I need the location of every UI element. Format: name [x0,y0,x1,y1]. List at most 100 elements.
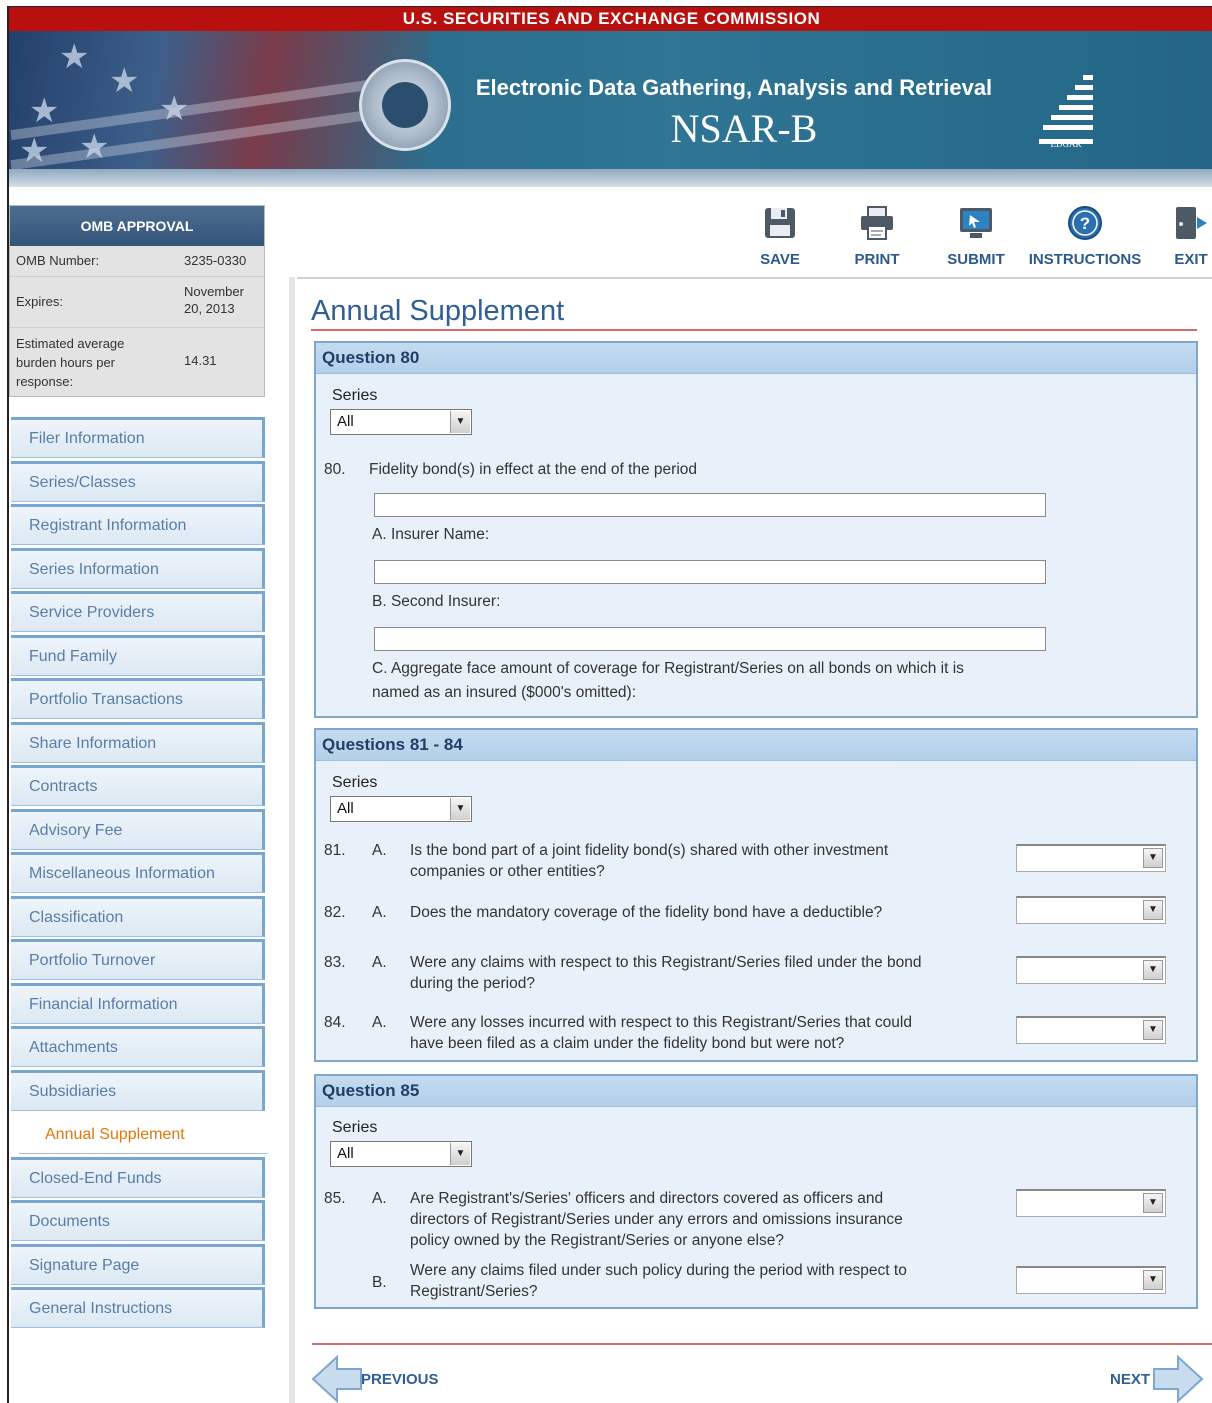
question-85b-line-2: Registrant/Series? [410,1283,538,1300]
sidebar-item-contracts[interactable]: Contracts [11,765,265,806]
question-number: 85. [324,1190,346,1207]
chevron-down-icon: ▼ [1143,960,1163,980]
series-select-q85[interactable]: All ▼ [330,1141,472,1167]
sidebar-item-share-information[interactable]: Share Information [11,721,265,763]
edgar-logo-text: EDGAR [1039,139,1093,149]
sidebar-item-classification[interactable]: Classification [11,895,265,937]
sidebar-item-registrant-information[interactable]: Registrant Information [11,504,265,545]
sidebar-item-portfolio-transactions[interactable]: Portfolio Transactions [11,678,265,719]
series-label: Series [332,1119,378,1136]
question-text-line-2: have been filed as a claim under the fid… [410,1035,845,1052]
sidebar-item-filer-information[interactable]: Filer Information [11,417,265,458]
question-85-heading: Question 85 [316,1076,1196,1107]
expires-label: Expires: [16,294,63,309]
application-frame: U.S. SECURITIES AND EXCHANGE COMMISSION … [7,6,1212,1403]
next-button[interactable]: NEXT [1104,1353,1206,1403]
sidebar-item-fund-family[interactable]: Fund Family [11,634,265,676]
aggregate-coverage-input[interactable] [374,627,1046,651]
sidebar-item-general-instructions[interactable]: General Instructions [11,1287,265,1328]
sidebar-item-annual-supplement[interactable]: Annual Supplement [19,1113,269,1154]
question-number: 82. [324,904,346,921]
item-letter: B. [372,1274,387,1291]
floppy-disk-icon [765,208,795,238]
series-label: Series [332,387,378,404]
previous-label: PREVIOUS [361,1371,439,1388]
sidebar-item-advisory-fee[interactable]: Advisory Fee [11,808,265,850]
previous-button[interactable]: PREVIOUS [311,1353,451,1403]
question-text-line-1: Were any claims with respect to this Reg… [410,954,922,971]
sidebar-item-closed-end-funds[interactable]: Closed-End Funds [11,1156,265,1198]
question-number: 83. [324,954,346,971]
question-text-line-2: during the period? [410,975,535,992]
sidebar-item-miscellaneous-information[interactable]: Miscellaneous Information [11,852,265,893]
sidebar-item-financial-information[interactable]: Financial Information [11,982,265,1024]
chevron-down-icon: ▼ [1143,1020,1163,1040]
series-select-q80[interactable]: All ▼ [330,409,472,435]
question-text-line-1: Does the mandatory coverage of the fidel… [410,904,883,921]
second-insurer-label: B. Second Insurer: [372,593,501,610]
question-text-line-1: Were any losses incurred with respect to… [410,1014,912,1031]
insurer-name-label: A. Insurer Name: [372,526,490,543]
answer-select-85b[interactable]: ▼ [1016,1266,1166,1294]
exit-door-icon [1176,207,1207,239]
system-title: Electronic Data Gathering, Analysis and … [475,75,993,100]
instructions-button[interactable]: ? INSTRUCTIONS [1024,205,1146,268]
chevron-down-icon: ▼ [1143,1270,1163,1290]
sidebar-item-documents[interactable]: Documents [11,1200,265,1241]
page-title: Annual Supplement [311,295,565,327]
item-letter: A. [372,954,387,971]
save-label: SAVE [760,251,800,268]
answer-select-83[interactable]: ▼ [1016,956,1166,984]
sidebar-item-signature-page[interactable]: Signature Page [11,1243,265,1285]
chevron-down-icon: ▼ [1143,900,1163,920]
sidebar-item-series-classes[interactable]: Series/Classes [11,460,265,502]
question-80-text: Fidelity bond(s) in effect at the end of… [369,461,697,478]
sec-seal-icon [359,59,451,151]
answer-select-82[interactable]: ▼ [1016,896,1166,924]
sidebar-item-service-providers[interactable]: Service Providers [11,591,265,632]
answer-select-84[interactable]: ▼ [1016,1016,1166,1044]
printer-icon [861,206,893,240]
next-label: NEXT [1110,1371,1151,1388]
sidebar-item-portfolio-turnover[interactable]: Portfolio Turnover [11,939,265,980]
item-letter: A. [372,1014,387,1031]
question-number: 81. [324,842,346,859]
submit-button[interactable]: SUBMIT [945,205,1007,268]
item-letter: A. [372,1190,387,1207]
question-number: 80. [324,461,346,478]
answer-select-81[interactable]: ▼ [1016,844,1166,872]
series-select-value: All [337,800,354,817]
question-85a-line-1: Are Registrant's/Series' officers and di… [410,1190,884,1207]
chevron-down-icon: ▼ [450,798,470,820]
series-select-q81-84[interactable]: All ▼ [330,796,472,822]
questions-81-84-heading: Questions 81 - 84 [316,730,1196,761]
question-85a-line-3: policy owned by the Registrant/Series or… [410,1232,784,1249]
exit-button[interactable]: EXIT [1171,205,1211,268]
exit-label: EXIT [1174,251,1208,268]
chevron-down-icon: ▼ [450,1143,470,1165]
omb-number-value: 3235-0330 [184,253,247,268]
agency-bar: U.S. SECURITIES AND EXCHANGE COMMISSION [9,7,1212,31]
question-number: 84. [324,1014,346,1031]
question-85b-line-1: Were any claims filed under such policy … [410,1262,907,1279]
series-select-value: All [337,413,354,430]
omb-title: OMB APPROVAL [10,206,264,246]
save-button[interactable]: SAVE [755,205,805,268]
print-button[interactable]: PRINT [851,205,903,268]
sidebar-item-subsidiaries[interactable]: Subsidiaries [11,1069,265,1111]
sidebar-nav: Filer Information Series/Classes Registran… [11,417,269,1331]
series-select-value: All [337,1145,354,1162]
submit-label: SUBMIT [947,251,1005,268]
sidebar-item-series-information[interactable]: Series Information [11,547,265,589]
omb-number-label: OMB Number: [16,253,100,268]
questions-81-84-panel: Questions 81 - 84 Series All ▼ 81. A. Is t… [314,728,1198,1062]
question-85a-line-2: directors of Registrant/Series under any… [410,1211,903,1228]
insurer-name-input[interactable] [374,493,1046,517]
sidebar-item-attachments[interactable]: Attachments [11,1026,265,1067]
answer-select-85a[interactable]: ▼ [1016,1189,1166,1217]
question-text-line-1: Is the bond part of a joint fidelity bon… [410,842,889,859]
chevron-down-icon: ▼ [450,411,470,433]
question-text-line-2: companies or other entities? [410,863,605,880]
second-insurer-input[interactable] [374,560,1046,584]
item-letter: A. [372,842,387,859]
